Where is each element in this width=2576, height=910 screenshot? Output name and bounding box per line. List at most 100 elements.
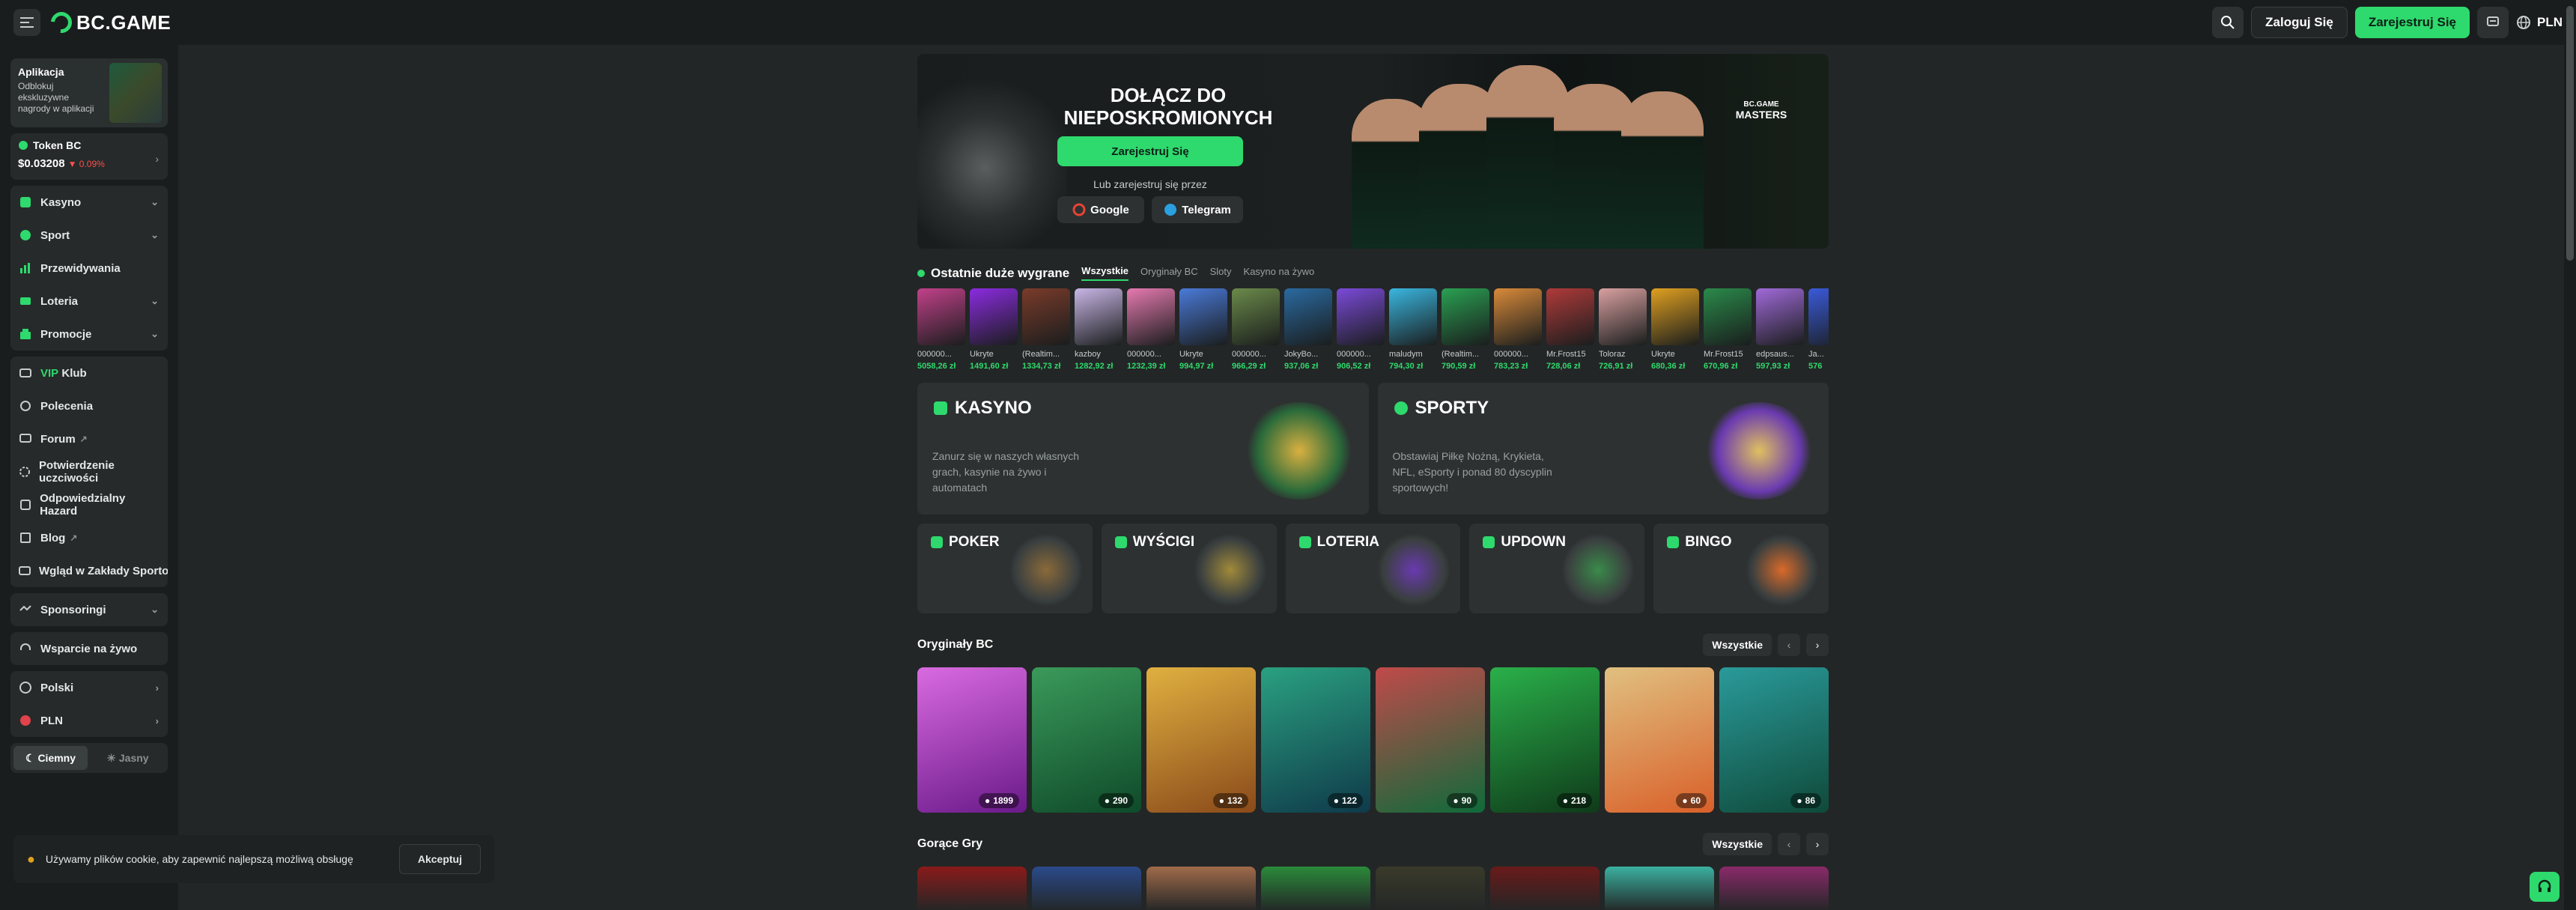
sidebar-item-predictions[interactable]: Przewidywania bbox=[10, 252, 168, 285]
win-item[interactable]: Mr.Frost15 670,96 zł bbox=[1704, 288, 1752, 371]
responsible-icon bbox=[18, 497, 32, 512]
sidebar-item-language[interactable]: Polski › bbox=[10, 671, 168, 704]
brand-logo[interactable]: BC.GAME bbox=[46, 7, 171, 37]
player-count-badge: ● 60 bbox=[1676, 793, 1707, 808]
hot-game-card[interactable] bbox=[1261, 867, 1370, 910]
google-icon bbox=[1072, 203, 1086, 216]
wins-tab-slots[interactable]: Sloty bbox=[1210, 266, 1232, 280]
win-item[interactable]: maludym 794,30 zł bbox=[1389, 288, 1437, 371]
win-item[interactable]: JokyBo... 937,06 zł bbox=[1284, 288, 1332, 371]
originals-prev-button[interactable]: ‹ bbox=[1778, 634, 1800, 656]
game-card[interactable]: ● 132 bbox=[1146, 667, 1256, 813]
hot-games-next-button[interactable]: › bbox=[1806, 833, 1829, 855]
recent-wins-title: Ostatnie duże wygrane bbox=[931, 265, 1070, 280]
token-bc-card[interactable]: Token BC $0.03208 ▼ 0.09% › bbox=[10, 133, 168, 180]
scrollbar-thumb[interactable] bbox=[2566, 6, 2574, 261]
menu-toggle-button[interactable] bbox=[13, 9, 40, 36]
sidebar-item-responsible[interactable]: Odpowiedzialny Hazard bbox=[10, 488, 168, 521]
category-wyścigi-card[interactable]: WYŚCIGI bbox=[1101, 524, 1277, 613]
sidebar-item-fairness[interactable]: Potwierdzenie uczciwości bbox=[10, 455, 168, 488]
page-scrollbar[interactable] bbox=[2564, 0, 2576, 910]
theme-dark-button[interactable]: ☾ Ciemny bbox=[13, 746, 88, 770]
game-card[interactable]: ● 290 bbox=[1032, 667, 1141, 813]
sidebar-item-currency[interactable]: PLN › bbox=[10, 704, 168, 737]
hot-game-card[interactable] bbox=[917, 867, 1027, 910]
win-item[interactable]: 000000... 906,52 zł bbox=[1337, 288, 1385, 371]
game-card[interactable]: ● 1899 bbox=[917, 667, 1027, 813]
category-bingo-card[interactable]: BINGO bbox=[1653, 524, 1829, 613]
sidebar-item-promotions[interactable]: Promocje ⌄ bbox=[10, 318, 168, 351]
hot-game-card[interactable] bbox=[1490, 867, 1600, 910]
win-item[interactable]: Ukryte 994,97 zł bbox=[1179, 288, 1227, 371]
sidebar-item-label: Wsparcie na żywo bbox=[40, 642, 138, 655]
blog-icon bbox=[18, 530, 33, 545]
win-item[interactable]: Mr.Frost15 728,06 zł bbox=[1546, 288, 1594, 371]
win-item[interactable]: kazboy 1282,92 zł bbox=[1075, 288, 1123, 371]
win-item[interactable]: (Realtim... 1334,73 zł bbox=[1022, 288, 1070, 371]
sidebar-item-referrals[interactable]: Polecenia bbox=[10, 389, 168, 422]
win-item[interactable]: Ukryte 1491,60 zł bbox=[970, 288, 1018, 371]
win-item[interactable]: 000000... 783,23 zł bbox=[1494, 288, 1542, 371]
sidebar: Aplikacja Odblokuj ekskluzywne nagrody w… bbox=[0, 45, 178, 910]
sidebar-item-sports-insight[interactable]: Wgląd w Zakłady Sportowe bbox=[10, 554, 168, 587]
search-button[interactable] bbox=[2212, 7, 2244, 38]
category-loteria-card[interactable]: LOTERIA bbox=[1285, 524, 1461, 613]
chat-button[interactable] bbox=[2477, 7, 2509, 38]
nav-group-sponsor: Sponsoringi ⌄ bbox=[10, 593, 168, 626]
sidebar-item-vip[interactable]: VIP Klub bbox=[10, 357, 168, 389]
app-promo-card[interactable]: Aplikacja Odblokuj ekskluzywne nagrody w… bbox=[10, 58, 168, 127]
cookie-accept-button[interactable]: Akceptuj bbox=[398, 844, 481, 874]
hot-games-prev-button[interactable]: ‹ bbox=[1778, 833, 1800, 855]
win-item[interactable]: Toloraz 726,91 zł bbox=[1599, 288, 1647, 371]
win-item[interactable]: Ukryte 680,36 zł bbox=[1651, 288, 1699, 371]
hot-game-card[interactable] bbox=[1376, 867, 1485, 910]
google-signup-button[interactable]: Google bbox=[1057, 196, 1144, 223]
sidebar-item-lottery[interactable]: Loteria ⌄ bbox=[10, 285, 168, 318]
originals-view-all-button[interactable]: Wszystkie bbox=[1703, 634, 1772, 656]
sidebar-item-sponsorships[interactable]: Sponsoringi ⌄ bbox=[10, 593, 168, 626]
sidebar-item-casino[interactable]: Kasyno ⌄ bbox=[10, 186, 168, 219]
game-card[interactable]: ● 218 bbox=[1490, 667, 1600, 813]
telegram-signup-button[interactable]: Telegram bbox=[1152, 196, 1243, 223]
category-casino-card[interactable]: KASYNO Zanurz się w naszych własnych gra… bbox=[917, 383, 1369, 515]
sidebar-item-live-support[interactable]: Wsparcie na żywo bbox=[10, 632, 168, 665]
hot-game-card[interactable] bbox=[1605, 867, 1714, 910]
game-card[interactable]: ● 60 bbox=[1605, 667, 1714, 813]
hero-title-line1: DOŁĄCZ DO bbox=[1110, 84, 1227, 106]
win-item[interactable]: Ja... 576 bbox=[1808, 288, 1829, 371]
live-support-button[interactable] bbox=[2530, 872, 2560, 902]
category-art-image bbox=[1746, 534, 1818, 606]
sidebar-item-label: Polecenia bbox=[40, 399, 94, 413]
sidebar-item-forum[interactable]: Forum ↗ bbox=[10, 422, 168, 455]
hot-game-card[interactable] bbox=[1146, 867, 1256, 910]
category-updown-card[interactable]: UPDOWN bbox=[1469, 524, 1645, 613]
hero-register-button[interactable]: Zarejestruj Się bbox=[1057, 136, 1243, 166]
game-card[interactable]: ● 122 bbox=[1261, 667, 1370, 813]
telegram-label: Telegram bbox=[1182, 203, 1231, 216]
win-item[interactable]: edpsaus... 597,93 zł bbox=[1756, 288, 1804, 371]
hot-game-card[interactable] bbox=[1032, 867, 1141, 910]
win-item[interactable]: (Realtim... 790,59 zł bbox=[1442, 288, 1489, 371]
category-sports-card[interactable]: SPORTY Obstawiaj Piłkę Nożną, Krykieta, … bbox=[1377, 383, 1829, 515]
game-card[interactable]: ● 90 bbox=[1376, 667, 1485, 813]
sidebar-item-blog[interactable]: Blog ↗ bbox=[10, 521, 168, 554]
originals-next-button[interactable]: › bbox=[1806, 634, 1829, 656]
hot-game-card[interactable] bbox=[1719, 867, 1829, 910]
language-currency-selector[interactable]: PLN bbox=[2516, 15, 2563, 30]
login-button[interactable]: Zaloguj Się bbox=[2251, 7, 2348, 38]
wins-tab-originals[interactable]: Oryginały BC bbox=[1140, 266, 1198, 280]
win-item[interactable]: 000000... 5058,26 zł bbox=[917, 288, 965, 371]
category-art-image bbox=[1562, 534, 1635, 606]
win-game-thumbnail bbox=[1442, 288, 1489, 345]
hot-games-view-all-button[interactable]: Wszystkie bbox=[1703, 833, 1772, 855]
register-button[interactable]: Zarejestruj Się bbox=[2354, 7, 2470, 38]
sidebar-item-sport[interactable]: Sport ⌄ bbox=[10, 219, 168, 252]
game-card[interactable]: ● 86 bbox=[1719, 667, 1829, 813]
win-item[interactable]: 000000... 966,29 zł bbox=[1232, 288, 1280, 371]
wins-tab-all[interactable]: Wszystkie bbox=[1081, 265, 1129, 281]
category-poker-card[interactable]: POKER bbox=[917, 524, 1093, 613]
win-item[interactable]: 000000... 1232,39 zł bbox=[1127, 288, 1175, 371]
token-bc-icon bbox=[19, 141, 28, 150]
theme-light-button[interactable]: ☀ Jasny bbox=[91, 746, 165, 770]
wins-tab-live-casino[interactable]: Kasyno na żywo bbox=[1244, 266, 1315, 280]
